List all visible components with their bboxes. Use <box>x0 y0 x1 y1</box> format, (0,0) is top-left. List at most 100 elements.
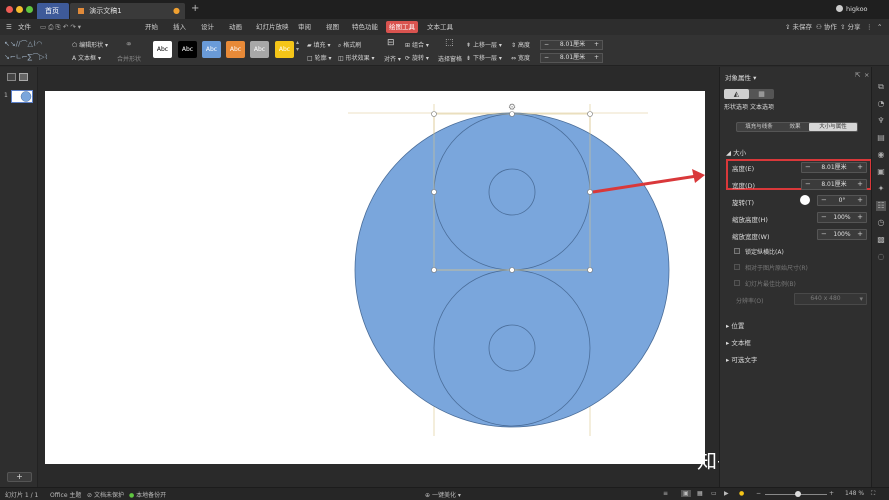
group-button[interactable]: ⊞ 组合 ▾ <box>405 40 429 49</box>
width-input[interactable]: − 8.01厘米 + <box>801 179 867 190</box>
shape-effect-button[interactable]: ◫ 形状效果 ▾ <box>338 53 375 62</box>
zoom-in-icon[interactable]: + <box>829 490 834 497</box>
merge-shape-button[interactable]: 合并形状 <box>117 54 141 63</box>
add-tab-button[interactable]: + <box>191 3 199 14</box>
normal-view-icon[interactable]: ▣ <box>681 490 691 497</box>
slideshow-icon[interactable]: ● <box>739 490 744 497</box>
text-options-icon[interactable]: ▦ <box>749 89 774 99</box>
bring-forward-button[interactable]: ⇞ 上移一层 ▾ <box>466 40 502 49</box>
magic-icon[interactable]: ✦ <box>876 184 886 194</box>
fit-window-icon[interactable]: ⛶ <box>871 490 875 498</box>
ribbon-width-input[interactable]: − 8.01厘米 + <box>540 53 603 63</box>
menu-start[interactable]: 开始 <box>145 21 158 33</box>
section-textbox-header[interactable]: ▸ 文本框 <box>726 337 751 347</box>
style-preset-white[interactable]: Abc <box>153 41 172 58</box>
shape-gallery-row2[interactable]: ↘⌐∟⌐∑⌒▷⌇ <box>4 52 48 62</box>
properties-icon[interactable]: ☷ <box>876 201 886 211</box>
relative-original-checkbox[interactable] <box>734 264 740 270</box>
zoom-out-icon[interactable]: − <box>756 490 761 497</box>
section-position-header[interactable]: ▸ 位置 <box>726 320 744 330</box>
menu-features[interactable]: 特色功能 <box>352 21 378 33</box>
slide-thumbnail[interactable] <box>11 90 33 103</box>
minimize-window-button[interactable] <box>16 6 23 13</box>
text-box-button[interactable]: A 文本框 ▾ <box>72 53 101 62</box>
zoom-slider-thumb[interactable] <box>795 491 801 497</box>
ribbon-height-input[interactable]: − 8.01厘米 + <box>540 40 603 50</box>
beautify-button[interactable]: ⊕ 一键美化 ▾ <box>425 490 461 499</box>
scale-width-input[interactable]: − 100% + <box>817 229 867 240</box>
quick-access-toolbar[interactable]: ▭ ⎙ ⎘ ↶ ↷ ▾ <box>40 21 81 33</box>
menu-drawing-tools[interactable]: 绘图工具 <box>386 21 418 33</box>
text-options-tab[interactable]: 文本选项 <box>750 102 774 111</box>
style-preset-blue[interactable]: Abc <box>202 41 221 58</box>
increment-icon[interactable]: + <box>857 230 863 239</box>
outline-view-icon[interactable] <box>19 73 28 81</box>
add-slide-button[interactable]: + <box>7 472 32 482</box>
style-preset-yellow[interactable]: Abc <box>275 41 294 58</box>
height-input[interactable]: − 8.01厘米 + <box>801 162 867 173</box>
collab-button[interactable]: ⚇ 协作 <box>816 21 837 33</box>
menu-design[interactable]: 设计 <box>201 21 214 33</box>
collapse-ribbon-icon[interactable]: ⌃ <box>877 21 882 33</box>
notes-icon[interactable]: ≡ <box>663 490 668 497</box>
increment-icon[interactable]: + <box>857 213 863 222</box>
menu-slideshow[interactable]: 幻灯片放映 <box>256 21 289 33</box>
outline-button[interactable]: □ 轮廓 ▾ <box>307 53 332 62</box>
reading-view-icon[interactable]: ▭ <box>711 490 717 497</box>
backup-status[interactable]: ● 本地备份开 <box>129 490 166 499</box>
menu-file[interactable]: 文件 <box>18 21 31 33</box>
shape-icon[interactable]: ◔ <box>876 99 886 109</box>
history-icon[interactable]: ◷ <box>876 218 886 228</box>
share-button[interactable]: ⇧ 分享 <box>840 21 861 33</box>
decrement-icon[interactable]: − <box>544 41 549 49</box>
more-icon[interactable]: ⋮ <box>866 21 873 33</box>
rotation-dial-icon[interactable] <box>800 195 810 205</box>
avatar[interactable] <box>836 5 843 12</box>
shape-gallery[interactable]: ↖↘∕∕⌒△⌇◠ <box>4 39 42 49</box>
decrement-icon[interactable]: − <box>544 54 549 62</box>
selection-pane-button[interactable]: 选择窗格 <box>438 54 462 63</box>
menu-insert[interactable]: 插入 <box>173 21 186 33</box>
style-preset-gray[interactable]: Abc <box>250 41 269 58</box>
transition-icon[interactable]: ◉ <box>876 150 886 160</box>
unsaved-status[interactable]: ⇪ 未保存 <box>785 21 812 33</box>
tab-document[interactable]: 演示文稿1 ● <box>70 3 185 19</box>
increment-icon[interactable]: + <box>857 163 863 172</box>
send-backward-button[interactable]: ⇟ 下移一层 ▾ <box>466 53 502 62</box>
shape-options-tab[interactable]: 形状选项 <box>724 102 748 111</box>
fill-button[interactable]: ▰ 填充 ▾ <box>307 40 330 49</box>
subtab-effect[interactable]: 效果 <box>781 123 809 131</box>
increment-icon[interactable]: + <box>594 41 599 49</box>
menu-view[interactable]: 视图 <box>326 21 339 33</box>
slide-canvas[interactable]: ⚙ <box>45 91 705 464</box>
menu-review[interactable]: 审阅 <box>298 21 311 33</box>
section-size-header[interactable]: ◢ 大小 <box>726 147 746 157</box>
increment-icon[interactable]: + <box>857 180 863 189</box>
close-window-button[interactable] <box>6 6 13 13</box>
lock-ratio-checkbox[interactable] <box>734 248 740 254</box>
align-button[interactable]: 对齐 ▾ <box>384 54 401 63</box>
image-icon[interactable]: ▩ <box>876 235 886 245</box>
tab-home[interactable]: 首页 <box>37 3 69 19</box>
resolution-select[interactable]: 640 x 480 ▾ <box>794 293 867 305</box>
best-ratio-checkbox[interactable] <box>734 280 740 286</box>
rotation-input[interactable]: − 0° + <box>817 195 867 206</box>
increment-icon[interactable]: + <box>857 196 863 205</box>
menu-animation[interactable]: 动画 <box>229 21 242 33</box>
rotate-button[interactable]: ⟳ 旋转 ▾ <box>405 53 429 62</box>
doc-protect-status[interactable]: ⊘ 文档未保护 <box>87 490 124 499</box>
help-icon[interactable]: ◌ <box>876 252 886 262</box>
animation-icon[interactable]: ♆ <box>876 116 886 126</box>
template-icon[interactable]: ▣ <box>876 167 886 177</box>
section-alt-text-header[interactable]: ▸ 可选文字 <box>726 354 757 364</box>
new-slide-icon[interactable]: ⧉ <box>876 82 886 92</box>
scale-height-input[interactable]: − 100% + <box>817 212 867 223</box>
sorter-view-icon[interactable]: ▦ <box>697 490 703 497</box>
style-preset-orange[interactable]: Abc <box>226 41 245 58</box>
zoom-level[interactable]: 148 % <box>845 490 864 497</box>
play-icon[interactable]: ▶ <box>724 490 729 497</box>
format-painter-button[interactable]: ⌕ 格式刷 <box>338 40 361 50</box>
style-gallery-scroll[interactable]: ▴ ▾ <box>296 39 299 53</box>
chart-icon[interactable]: ▤ <box>876 133 886 143</box>
style-preset-black[interactable]: Abc <box>178 41 197 58</box>
